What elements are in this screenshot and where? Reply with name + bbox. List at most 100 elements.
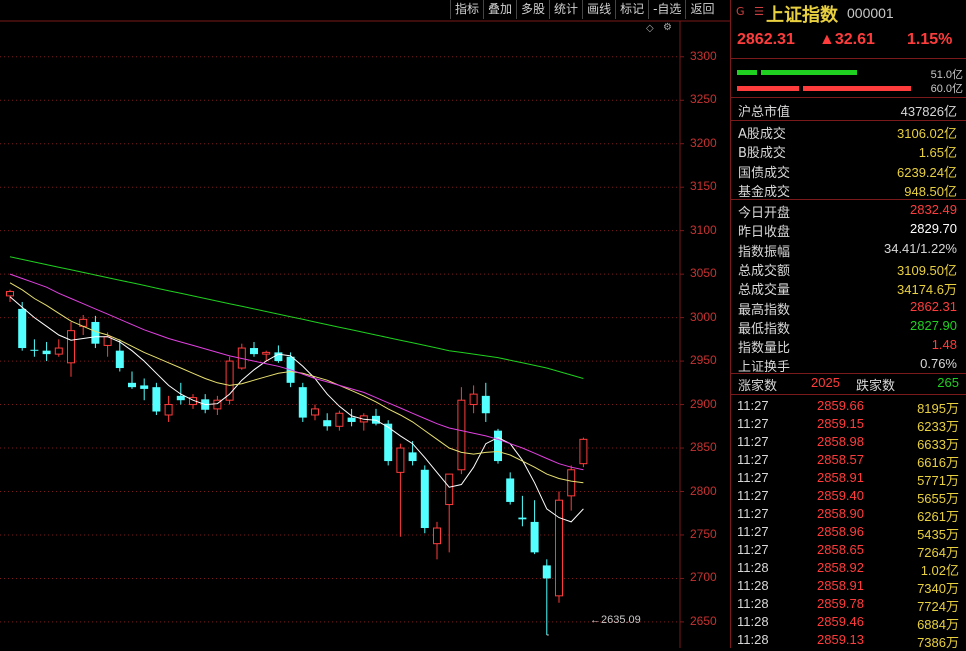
overlay-button[interactable]: 叠加: [483, 0, 516, 19]
y-tick-label: 2750: [690, 526, 717, 541]
tick-volume: 5771万: [917, 473, 959, 488]
advances-count: 2025: [811, 375, 840, 390]
candle-body-down: [408, 452, 417, 462]
stat-label: 最高指数: [738, 302, 791, 318]
remove-watchlist-button[interactable]: -自选: [648, 0, 685, 19]
candle-body-down: [481, 395, 490, 414]
candle-body-up: [164, 404, 173, 416]
stat-row: 昨日收盘 2829.70: [731, 220, 966, 240]
stat-value: 2829.70: [910, 221, 957, 237]
candle-body-up: [67, 330, 75, 364]
y-tick-label: 2950: [690, 353, 717, 368]
y-tick-label: 3000: [690, 309, 717, 324]
stat-row: 上证换手 0.76%: [731, 355, 966, 375]
settings-icon[interactable]: ⚙: [663, 22, 672, 33]
back-button[interactable]: 返回: [685, 0, 718, 19]
menu-icon[interactable]: ☰: [754, 5, 764, 18]
stat-row: 总成交额 3109.50亿: [731, 259, 966, 279]
tick-time: 11:27: [737, 398, 769, 413]
price-change-pct: 1.15%: [907, 31, 953, 48]
tick-volume: 6633万: [917, 437, 959, 452]
sell-volume-bar-short: [737, 86, 799, 91]
tick-row: 11:27 2858.96 5435万: [731, 524, 966, 542]
g-icon[interactable]: G: [736, 5, 745, 18]
tick-row: 11:28 2859.46 6884万: [731, 614, 966, 632]
tick-time: 11:28: [737, 596, 769, 611]
stat-row: 总成交量 34174.6万: [731, 278, 966, 298]
advances-label: 涨家数: [738, 379, 778, 394]
tick-time: 11:28: [737, 614, 769, 629]
sell-volume-value: 60.0亿: [930, 83, 963, 95]
candle-body-down: [115, 350, 124, 369]
stat-value: 3106.02亿: [897, 126, 957, 141]
header-icons: G ☰: [736, 5, 764, 18]
tick-time: 11:27: [737, 542, 769, 557]
tick-price: 2858.91: [817, 578, 864, 593]
stat-value: 2832.49: [910, 202, 957, 217]
tick-price: 2859.15: [817, 416, 864, 431]
stat-label: 今日开盘: [738, 206, 791, 221]
y-tick-label: 3050: [690, 266, 717, 281]
stat-value: 34.41/1.22%: [883, 240, 957, 256]
divider: [731, 97, 966, 98]
indicator-button[interactable]: 指标: [450, 0, 483, 19]
stat-label: 最低指数: [738, 321, 791, 337]
diamond-icon[interactable]: ◇: [646, 23, 654, 34]
tick-price: 2859.78: [817, 596, 864, 611]
tick-row: 11:28 2858.91 7340万: [731, 578, 966, 596]
tick-row: 11:27 2858.91 5771万: [731, 470, 966, 488]
statistics-button[interactable]: 统计: [549, 0, 582, 19]
stat-value: 437826亿: [900, 104, 957, 119]
stat-row: B股成交 1.65亿: [731, 141, 966, 161]
tick-price: 2858.91: [817, 470, 864, 485]
y-tick-label: 2800: [690, 483, 717, 498]
candle-body-down: [42, 350, 51, 355]
candle-body-down: [91, 321, 100, 344]
candle-body-up: [396, 447, 405, 473]
tick-row: 11:27 2858.57 6616万: [731, 452, 966, 470]
tick-volume: 6616万: [917, 455, 959, 470]
candlestick-chart[interactable]: [0, 0, 730, 648]
index-name: 上证指数: [766, 5, 838, 26]
divider: [731, 58, 966, 59]
stat-value: 1.48: [931, 337, 957, 353]
low-price-marker: ←2635.09: [590, 614, 641, 626]
chart-toolbar: 指标 叠加 多股 统计 画线 标记 -自选 返回: [450, 0, 718, 20]
low-price-value: 2635.09: [601, 614, 641, 626]
divider: [731, 120, 966, 121]
index-code: 000001: [847, 5, 894, 21]
stat-row: 最低指数 2827.90: [731, 317, 966, 337]
tick-row: 11:27 2858.98 6633万: [731, 434, 966, 452]
tick-price: 2859.66: [817, 398, 864, 413]
tick-volume: 6233万: [917, 419, 959, 434]
candle-body-down: [140, 385, 149, 389]
draw-line-button[interactable]: 画线: [582, 0, 615, 19]
stat-row: 国债成交 6239.24亿: [731, 161, 966, 181]
stat-label: 国债成交: [738, 165, 791, 181]
y-tick-label: 3300: [690, 48, 717, 63]
tick-price: 2858.98: [817, 434, 864, 449]
multi-stock-button[interactable]: 多股: [516, 0, 549, 19]
candle-body-down: [494, 430, 502, 462]
stat-row: 指数量比 1.48: [731, 336, 966, 356]
candle-body-down: [347, 417, 356, 422]
tick-row: 11:28 2858.92 1.02亿: [731, 560, 966, 578]
stat-value: 6239.24亿: [897, 164, 957, 180]
tick-volume: 7264万: [917, 545, 959, 560]
tick-volume: 7340万: [917, 581, 959, 596]
candle-body-down: [420, 469, 429, 529]
tick-price: 2858.65: [817, 542, 864, 557]
tick-price: 2858.96: [817, 524, 864, 539]
stat-value: 0.76%: [920, 356, 957, 372]
candle-body-down: [530, 521, 539, 553]
y-tick-label: 2700: [690, 570, 717, 585]
tick-price: 2859.46: [817, 614, 864, 629]
tick-volume: 7724万: [917, 599, 959, 614]
candle-body-up: [579, 438, 588, 465]
tick-time: 11:27: [737, 416, 769, 431]
stat-row: A股成交 3106.02亿: [731, 122, 966, 142]
candle-body-down: [323, 420, 332, 427]
mark-button[interactable]: 标记: [615, 0, 648, 19]
tick-volume: 6261万: [917, 509, 959, 524]
stat-value: 34174.6万: [897, 282, 957, 298]
